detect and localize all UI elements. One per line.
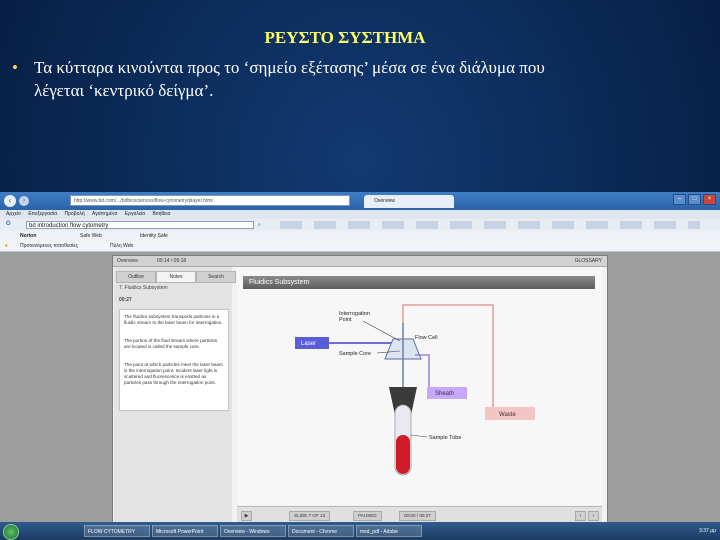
taskbar-item[interactable]: Microsoft PowerPoint (152, 525, 218, 537)
toolbar-buttons (280, 221, 700, 229)
favorite-web-portal[interactable]: Πύλη Web (110, 242, 133, 250)
menu-bar: Αρχείο Επεξεργασία Προβολή Αγαπημένα Εργ… (0, 210, 720, 219)
tab-notes[interactable]: Notes (156, 271, 196, 283)
menu-file[interactable]: Αρχείο (6, 211, 21, 217)
bullet-line-1: Τα κύτταρα κινούνται προς το ‘σημείο εξέ… (34, 58, 545, 77)
menu-edit[interactable]: Επεξεργασία (28, 211, 57, 217)
tab-search[interactable]: Search (196, 271, 236, 283)
glossary-button[interactable]: GLOSSARY (575, 256, 602, 266)
lesson-title: 7. Fluidics Subsystem (119, 285, 168, 291)
slide-time: 00:00 / 00:27 (399, 511, 436, 521)
taskbar-item[interactable]: Document - Chrome (288, 525, 354, 537)
overview-label: Overview (117, 258, 138, 264)
browser-tab[interactable]: Overview (364, 195, 454, 208)
google-icon: G (6, 221, 11, 227)
waste-label: Waste (499, 412, 516, 418)
slide-area: Fluidics Subsystem Laser Interrogation P… (237, 267, 602, 505)
course-player: Overview 00:14 / 05:18 GLOSSARY Outline … (112, 255, 608, 525)
sample-liquid (396, 435, 410, 474)
menu-help[interactable]: Βοήθεια (152, 211, 170, 217)
player-header: Overview 00:14 / 05:18 GLOSSARY (113, 256, 607, 267)
favorites-bar: ★ Προτεινόμενες τοποθεσίες Πύλη Web (0, 241, 720, 252)
forward-button[interactable]: › (19, 196, 29, 206)
star-icon[interactable]: ★ (4, 242, 8, 250)
identity-safe-button[interactable]: Identity Safe (140, 232, 168, 240)
start-button[interactable] (3, 524, 19, 540)
search-icon[interactable]: ⌕ (258, 221, 261, 229)
taskbar: FLOW CYTOMETRY Microsoft PowerPoint Over… (0, 522, 720, 540)
sheath-label: Sheath (435, 391, 454, 397)
slide-title: ΡΕΥΣΤΟ ΣΥΣΤΗΜΑ (264, 28, 426, 47)
player-time: 00:14 / 05:18 (157, 258, 187, 264)
minimize-button[interactable]: – (673, 194, 686, 205)
taskbar-item[interactable]: msd_pdf - Adobe (356, 525, 422, 537)
next-slide-button[interactable]: › (588, 511, 599, 521)
page-content: Overview 00:14 / 05:18 GLOSSARY Outline … (0, 252, 720, 525)
menu-view[interactable]: Προβολή (65, 211, 85, 217)
slide-counter: SLIDE 7 OF 13 (289, 511, 331, 521)
player-sidebar: Outline Notes Search 7. Fluidics Subsyst… (114, 267, 236, 523)
fluidics-diagram: Laser Interrogation Point Flow Cell Samp… (295, 304, 535, 476)
embedded-screenshot: ‹ › http://www.bd.com/.../bdbiosciences/… (0, 192, 720, 540)
taskbar-item[interactable]: Overview - Windows (220, 525, 286, 537)
note-paragraph: The fluidics subsystem transports partic… (124, 314, 223, 325)
sample-core-label: Sample Core (339, 351, 371, 357)
play-button[interactable]: ▶ (241, 511, 252, 521)
safe-web-button[interactable]: Safe Web (80, 232, 102, 240)
bullet-text: • Τα κύτταρα κινούνται προς το ‘σημείο ε… (12, 56, 702, 102)
close-button[interactable]: × (703, 194, 716, 205)
sample-tube-label: Sample Tube (429, 435, 461, 441)
note-paragraph: The point at which particles meet the la… (124, 362, 223, 385)
taskbar-item[interactable]: FLOW CYTOMETRY (84, 525, 150, 537)
google-search-input[interactable]: bd introduction flow cytometry (26, 221, 254, 229)
play-status: PAUSED (353, 511, 382, 521)
menu-favorites[interactable]: Αγαπημένα (92, 211, 117, 217)
back-button[interactable]: ‹ (4, 195, 16, 207)
window-controls: – □ × (673, 194, 716, 205)
bullet-line-2: λέγεται ‘κεντρικό δείγμα’. (34, 81, 214, 100)
bullet-marker: • (12, 58, 18, 77)
address-bar[interactable]: http://www.bd.com/.../bdbiosciences/flow… (70, 195, 350, 206)
clock: 3:37 μμ (699, 528, 716, 534)
favorite-suggested-sites[interactable]: Προτεινόμενες τοποθεσίες (20, 242, 78, 250)
tab-outline[interactable]: Outline (116, 271, 156, 283)
laser-label: Laser (301, 341, 316, 347)
browser-titlebar: ‹ › http://www.bd.com/.../bdbiosciences/… (0, 192, 720, 210)
maximize-button[interactable]: □ (688, 194, 701, 205)
sidebar-tabs: Outline Notes Search (116, 271, 236, 283)
sample-tube-pointer (410, 434, 428, 438)
note-paragraph: The portion of the fluid stream where pa… (124, 338, 218, 349)
menu-tools[interactable]: Εργαλεία (125, 211, 145, 217)
norton-button[interactable]: Norton (20, 232, 36, 240)
fluidics-banner: Fluidics Subsystem (243, 276, 595, 289)
notes-panel: The fluidics subsystem transports partic… (119, 309, 229, 411)
interrogation-pointer (362, 320, 401, 342)
flow-cell-label: Flow Cell (415, 335, 438, 341)
point-label: Point (339, 317, 352, 323)
prev-slide-button[interactable]: ‹ (575, 511, 586, 521)
player-controls: ▶ SLIDE 7 OF 13 PAUSED 00:00 / 00:27 ‹ › (237, 506, 602, 523)
lesson-time: 00:27 (119, 297, 132, 303)
